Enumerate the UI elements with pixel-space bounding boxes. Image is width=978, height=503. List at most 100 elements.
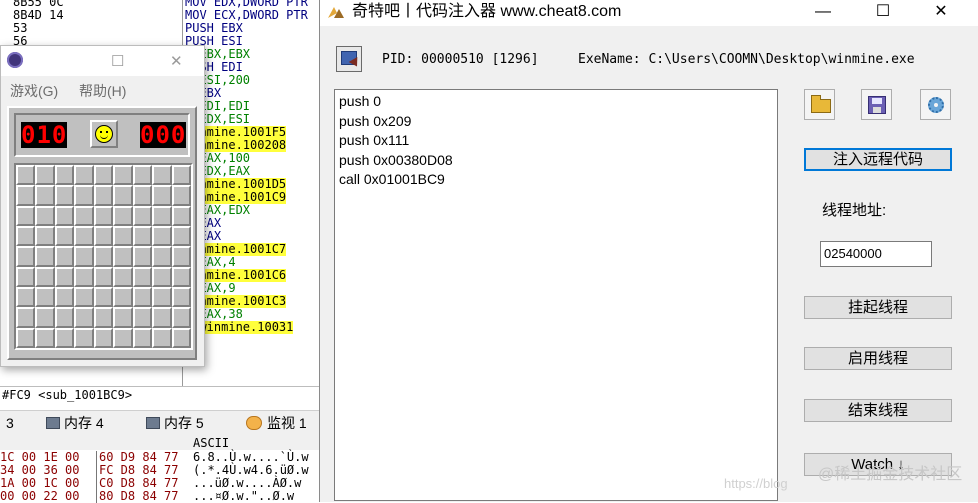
mine-cell[interactable] bbox=[16, 327, 36, 348]
mine-cell[interactable] bbox=[171, 246, 191, 267]
mine-cell[interactable] bbox=[93, 287, 114, 308]
hex-row[interactable]: 00 00 22 00 80 D8 84 77 ...¤Ø.w."..Ø.w bbox=[0, 490, 319, 503]
mine-cell[interactable] bbox=[132, 165, 153, 186]
mine-cell[interactable] bbox=[93, 205, 114, 226]
reset-smiley-button[interactable] bbox=[90, 120, 118, 148]
mine-cell[interactable] bbox=[16, 266, 36, 287]
mine-cell[interactable] bbox=[16, 246, 36, 267]
mine-cell[interactable] bbox=[113, 327, 133, 348]
mine-cell[interactable] bbox=[74, 165, 94, 186]
mine-cell[interactable] bbox=[113, 246, 133, 267]
mine-cell[interactable] bbox=[93, 226, 114, 247]
minimize-icon[interactable]: ☐ bbox=[111, 52, 124, 70]
mine-cell[interactable] bbox=[113, 165, 133, 186]
mine-cell[interactable] bbox=[35, 246, 55, 267]
save-button[interactable] bbox=[861, 89, 892, 120]
mine-cell[interactable] bbox=[171, 165, 191, 186]
mine-cell[interactable] bbox=[132, 205, 153, 226]
menu-help[interactable]: 帮助(H) bbox=[79, 81, 126, 101]
mine-cell[interactable] bbox=[74, 287, 94, 308]
mine-cell[interactable] bbox=[132, 327, 153, 348]
mine-cell[interactable] bbox=[171, 287, 191, 308]
mine-cell[interactable] bbox=[35, 185, 55, 206]
mine-cell[interactable] bbox=[171, 327, 191, 348]
menu-game[interactable]: 游戏(G) bbox=[10, 81, 58, 101]
mine-cell[interactable] bbox=[54, 185, 75, 206]
close-button[interactable]: ✕ bbox=[918, 0, 964, 26]
mine-cell[interactable] bbox=[74, 185, 94, 206]
settings-button[interactable] bbox=[920, 89, 951, 120]
mine-cell[interactable] bbox=[132, 266, 153, 287]
mine-cell[interactable] bbox=[171, 205, 191, 226]
mine-cell[interactable] bbox=[74, 226, 94, 247]
mine-cell[interactable] bbox=[152, 327, 172, 348]
mine-cell[interactable] bbox=[152, 226, 172, 247]
mine-cell[interactable] bbox=[16, 307, 36, 328]
mine-cell[interactable] bbox=[35, 165, 55, 186]
mine-cell[interactable] bbox=[16, 287, 36, 308]
mine-cell[interactable] bbox=[16, 185, 36, 206]
mine-cell[interactable] bbox=[132, 185, 153, 206]
mine-cell[interactable] bbox=[74, 266, 94, 287]
mine-cell[interactable] bbox=[74, 246, 94, 267]
mine-cell[interactable] bbox=[152, 266, 172, 287]
mine-cell[interactable] bbox=[93, 307, 114, 328]
open-file-button[interactable] bbox=[804, 89, 835, 120]
mine-cell[interactable] bbox=[35, 307, 55, 328]
mine-cell[interactable] bbox=[152, 287, 172, 308]
mine-cell[interactable] bbox=[152, 185, 172, 206]
mine-cell[interactable] bbox=[35, 287, 55, 308]
mine-cell[interactable] bbox=[152, 307, 172, 328]
mine-cell[interactable] bbox=[132, 307, 153, 328]
close-icon[interactable]: ✕ bbox=[170, 52, 183, 70]
mine-cell[interactable] bbox=[35, 205, 55, 226]
mine-cell[interactable] bbox=[54, 266, 75, 287]
mine-cell[interactable] bbox=[93, 327, 114, 348]
mine-cell[interactable] bbox=[54, 327, 75, 348]
mine-cell[interactable] bbox=[93, 246, 114, 267]
mine-cell[interactable] bbox=[152, 205, 172, 226]
tab-memory-5[interactable]: 内存 5 bbox=[146, 414, 204, 433]
mine-cell[interactable] bbox=[16, 165, 36, 186]
mine-cell[interactable] bbox=[93, 266, 114, 287]
process-picker-icon[interactable] bbox=[336, 46, 362, 72]
mine-cell[interactable] bbox=[113, 287, 133, 308]
mine-cell[interactable] bbox=[74, 327, 94, 348]
mine-cell[interactable] bbox=[152, 246, 172, 267]
maximize-button[interactable]: ☐ bbox=[860, 0, 906, 26]
tab-memory-4[interactable]: 内存 4 bbox=[46, 414, 104, 433]
code-editor[interactable]: push 0 push 0x209 push 0x111 push 0x00380D0… bbox=[334, 89, 778, 501]
mine-cell[interactable] bbox=[35, 226, 55, 247]
mine-cell[interactable] bbox=[93, 165, 114, 186]
mine-cell[interactable] bbox=[171, 226, 191, 247]
mine-cell[interactable] bbox=[113, 185, 133, 206]
mine-cell[interactable] bbox=[16, 205, 36, 226]
tab-3[interactable]: 3 bbox=[6, 414, 14, 433]
thread-address-field[interactable]: 02540000 bbox=[820, 241, 932, 267]
inject-code-button[interactable]: 注入远程代码 bbox=[804, 148, 952, 171]
mine-cell[interactable] bbox=[35, 327, 55, 348]
mine-cell[interactable] bbox=[54, 226, 75, 247]
mine-cell[interactable] bbox=[132, 226, 153, 247]
mine-cell[interactable] bbox=[16, 226, 36, 247]
tab-watch-1[interactable]: 监视 1 bbox=[246, 414, 307, 433]
mine-cell[interactable] bbox=[152, 165, 172, 186]
terminate-thread-button[interactable]: 结束线程 bbox=[804, 399, 952, 422]
mine-cell[interactable] bbox=[113, 226, 133, 247]
mine-cell[interactable] bbox=[171, 307, 191, 328]
mine-cell[interactable] bbox=[54, 246, 75, 267]
mine-cell[interactable] bbox=[74, 205, 94, 226]
mine-cell[interactable] bbox=[35, 266, 55, 287]
mine-cell[interactable] bbox=[74, 307, 94, 328]
minimize-button[interactable]: — bbox=[800, 0, 846, 26]
mine-cell[interactable] bbox=[132, 246, 153, 267]
mine-cell[interactable] bbox=[113, 307, 133, 328]
suspend-thread-button[interactable]: 挂起线程 bbox=[804, 296, 952, 319]
mine-cell[interactable] bbox=[171, 185, 191, 206]
mine-cell[interactable] bbox=[132, 287, 153, 308]
mine-cell[interactable] bbox=[93, 185, 114, 206]
resume-thread-button[interactable]: 启用线程 bbox=[804, 347, 952, 370]
mine-cell[interactable] bbox=[171, 266, 191, 287]
mine-cell[interactable] bbox=[54, 205, 75, 226]
mine-cell[interactable] bbox=[54, 165, 75, 186]
